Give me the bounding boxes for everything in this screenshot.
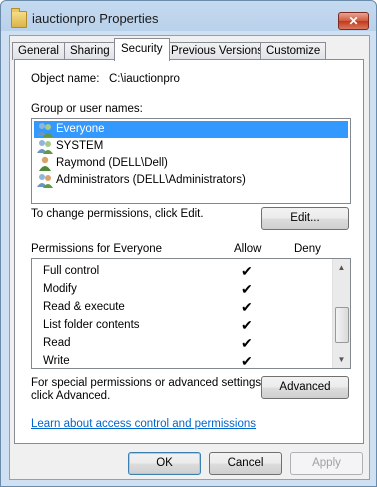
permission-row: Read ✔ <box>32 335 345 353</box>
checkmark-icon: ✔ <box>241 263 253 279</box>
tab-customize[interactable]: Customize <box>260 42 327 60</box>
checkmark-icon: ✔ <box>241 353 253 369</box>
window-title: iauctionpro Properties <box>32 11 159 26</box>
group-label: Group or user names: <box>31 103 143 115</box>
group-icon <box>37 174 53 188</box>
permission-name: Read <box>43 337 71 349</box>
user-icon <box>39 156 51 171</box>
tab-previous-versions[interactable]: Previous Versions <box>165 42 270 60</box>
object-name-value: C:\iauctionpro <box>109 73 180 85</box>
checkmark-icon: ✔ <box>241 317 253 333</box>
apply-button[interactable]: Apply <box>290 452 363 475</box>
permission-name: Write <box>43 355 70 367</box>
user-name: Everyone <box>56 123 105 135</box>
checkmark-icon: ✔ <box>241 281 253 297</box>
vertical-scrollbar[interactable]: ▲ ▼ <box>332 259 350 368</box>
allow-header: Allow <box>234 243 262 255</box>
permission-row: Write ✔ <box>32 353 345 371</box>
scroll-thumb[interactable] <box>335 307 349 343</box>
security-panel: Object name: C:\iauctionpro Group or use… <box>14 59 364 444</box>
special-permissions-text: For special permissions or advanced sett… <box>31 377 265 389</box>
user-name: Administrators (DELL\Administrators) <box>56 174 246 186</box>
properties-window: iauctionpro Properties ✕ General Sharing… <box>0 0 377 487</box>
scroll-down-icon[interactable]: ▼ <box>333 351 350 368</box>
permission-row: Modify ✔ <box>32 281 345 299</box>
tab-strip: General Sharing Security Previous Versio… <box>10 38 369 61</box>
advanced-button[interactable]: Advanced <box>261 376 349 399</box>
list-item-system[interactable]: SYSTEM <box>34 138 348 155</box>
permission-row: Read & execute ✔ <box>32 299 345 317</box>
title-bar[interactable]: iauctionpro Properties ✕ <box>1 1 376 35</box>
tab-security[interactable]: Security <box>114 38 170 61</box>
list-item-raymond[interactable]: Raymond (DELL\Dell) <box>34 155 348 172</box>
special-permissions-text-2: click Advanced. <box>31 390 111 402</box>
change-permissions-text: To change permissions, click Edit. <box>31 208 204 220</box>
group-icon <box>37 140 53 154</box>
permission-row: Full control ✔ <box>32 263 345 281</box>
user-list[interactable]: Everyone SYSTEM Raymond (DELL\Dell) Admi… <box>31 118 351 204</box>
cancel-button[interactable]: Cancel <box>209 452 282 475</box>
learn-more-link[interactable]: Learn about access control and permissio… <box>31 418 256 430</box>
tab-sharing[interactable]: Sharing <box>64 42 116 60</box>
dialog-client: General Sharing Security Previous Versio… <box>9 35 370 480</box>
permission-name: Full control <box>43 265 100 277</box>
list-item-everyone[interactable]: Everyone <box>34 121 348 138</box>
permission-row: List folder contents ✔ <box>32 317 345 335</box>
close-icon: ✕ <box>348 14 359 28</box>
scroll-up-icon[interactable]: ▲ <box>333 259 350 276</box>
checkmark-icon: ✔ <box>241 335 253 351</box>
permission-name: Modify <box>43 283 77 295</box>
permission-name: Read & execute <box>43 301 125 313</box>
user-name: SYSTEM <box>56 140 104 152</box>
permissions-list: Full control ✔ Modify ✔ Read & execute ✔… <box>31 258 351 369</box>
list-item-administrators[interactable]: Administrators (DELL\Administrators) <box>34 172 348 189</box>
folder-icon <box>11 8 27 28</box>
group-icon <box>37 123 53 137</box>
user-name: Raymond (DELL\Dell) <box>56 157 168 169</box>
tab-general[interactable]: General <box>12 42 65 60</box>
permission-name: List folder contents <box>43 319 140 331</box>
deny-header: Deny <box>294 243 321 255</box>
permissions-label: Permissions for Everyone <box>31 243 163 255</box>
ok-button[interactable]: OK <box>128 452 201 475</box>
close-button[interactable]: ✕ <box>338 12 369 30</box>
checkmark-icon: ✔ <box>241 299 253 315</box>
object-name-label: Object name: <box>31 73 100 85</box>
edit-button[interactable]: Edit... <box>261 207 349 230</box>
